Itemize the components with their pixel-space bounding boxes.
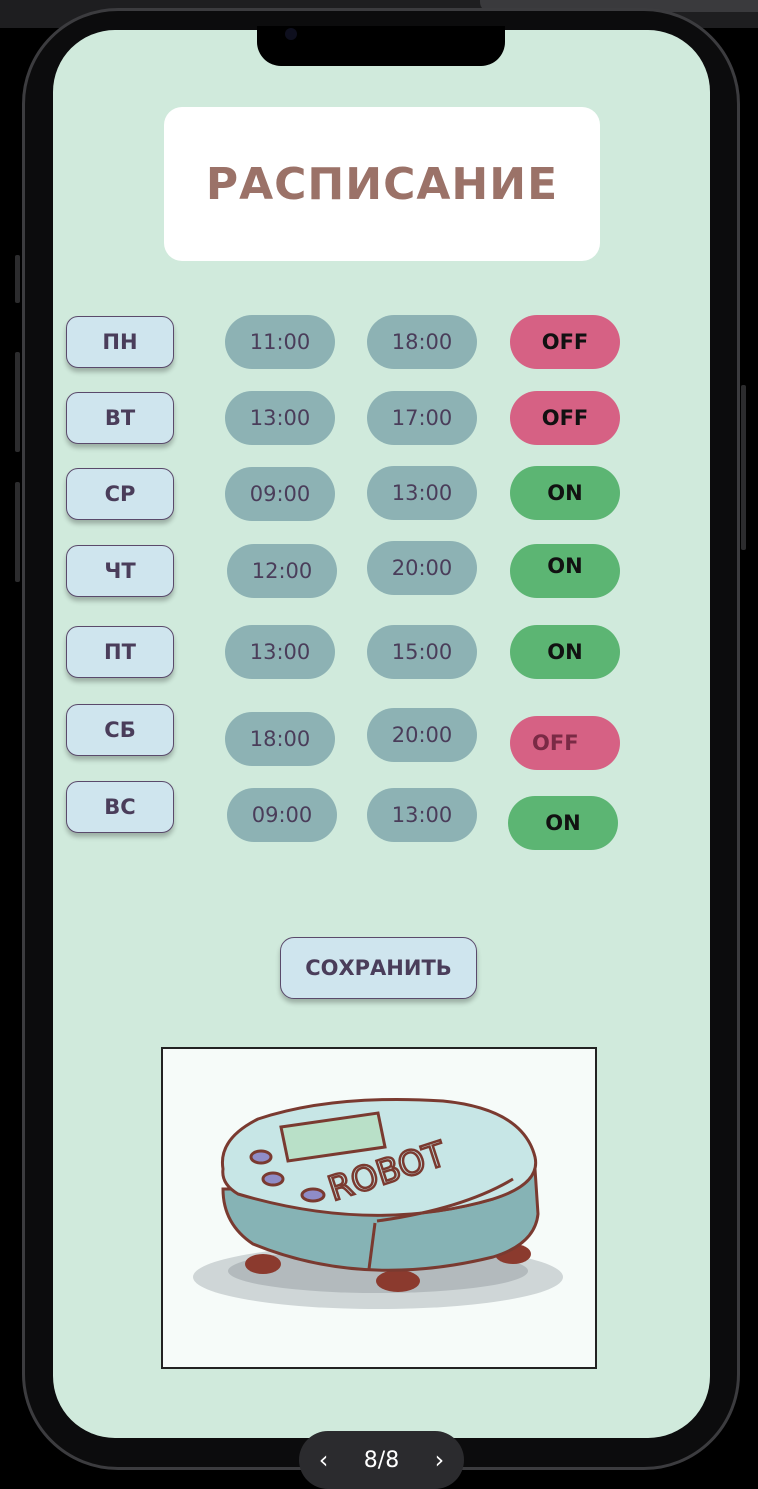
toggle-thu[interactable]: ON xyxy=(510,544,620,598)
phone-power-button xyxy=(741,385,746,550)
title-card: РАСПИСАНИЕ xyxy=(164,107,600,261)
day-button-mon[interactable]: ПН xyxy=(66,316,174,368)
start-time-wed[interactable]: 09:00 xyxy=(225,467,335,521)
day-button-thu[interactable]: ЧТ xyxy=(66,545,174,597)
camera-icon xyxy=(285,28,297,40)
end-time-fri[interactable]: 15:00 xyxy=(367,625,477,679)
toggle-sat[interactable]: OFF xyxy=(510,716,620,770)
day-button-sun[interactable]: ВС xyxy=(66,781,174,833)
end-time-tue[interactable]: 17:00 xyxy=(367,391,477,445)
toggle-fri[interactable]: ON xyxy=(510,625,620,679)
day-button-wed[interactable]: СР xyxy=(66,468,174,520)
day-button-fri[interactable]: ПТ xyxy=(66,626,174,678)
end-time-sat[interactable]: 20:00 xyxy=(367,708,477,762)
toggle-mon[interactable]: OFF xyxy=(510,315,620,369)
end-time-sun[interactable]: 13:00 xyxy=(367,788,477,842)
slide-pager: ‹ 8/8 › xyxy=(299,1431,464,1489)
robot-vacuum-illustration: ROBOT xyxy=(193,1097,563,1309)
page-title: РАСПИСАНИЕ xyxy=(205,158,559,210)
start-time-tue[interactable]: 13:00 xyxy=(225,391,335,445)
end-time-mon[interactable]: 18:00 xyxy=(367,315,477,369)
start-time-fri[interactable]: 13:00 xyxy=(225,625,335,679)
day-button-tue[interactable]: ВТ xyxy=(66,392,174,444)
phone-volume-up-button xyxy=(15,352,20,452)
phone-mute-switch xyxy=(15,255,20,303)
chevron-left-icon[interactable]: ‹ xyxy=(315,1446,333,1474)
save-button[interactable]: СОХРАНИТЬ xyxy=(280,937,477,999)
phone-volume-down-button xyxy=(15,482,20,582)
toggle-tue[interactable]: OFF xyxy=(510,391,620,445)
end-time-thu[interactable]: 20:00 xyxy=(367,541,477,595)
toggle-sun[interactable]: ON xyxy=(508,796,618,850)
start-time-sat[interactable]: 18:00 xyxy=(225,712,335,766)
start-time-sun[interactable]: 09:00 xyxy=(227,788,337,842)
robot-image: ROBOT xyxy=(161,1047,597,1369)
chevron-right-icon[interactable]: › xyxy=(431,1446,449,1474)
day-button-sat[interactable]: СБ xyxy=(66,704,174,756)
start-time-mon[interactable]: 11:00 xyxy=(225,315,335,369)
pager-label: 8/8 xyxy=(363,1447,400,1473)
end-time-wed[interactable]: 13:00 xyxy=(367,466,477,520)
toggle-wed[interactable]: ON xyxy=(510,466,620,520)
start-time-thu[interactable]: 12:00 xyxy=(227,544,337,598)
